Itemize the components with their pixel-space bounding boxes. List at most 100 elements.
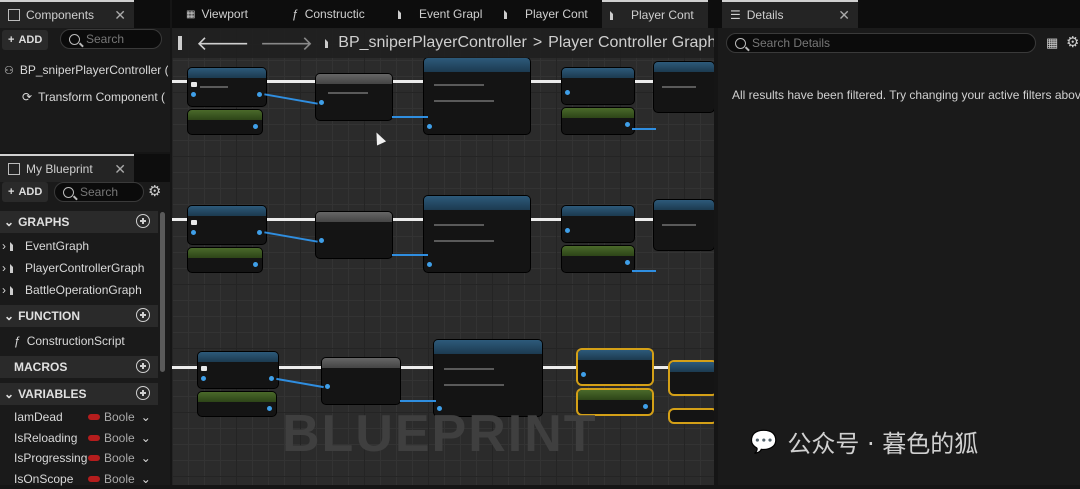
graph-icon: [10, 241, 21, 251]
close-icon[interactable]: ✕: [838, 7, 850, 24]
tab-details-label: Details: [746, 8, 784, 22]
close-icon[interactable]: ✕: [114, 7, 126, 24]
mouse-cursor: [371, 130, 387, 146]
details-tabbar: ☰ Details ✕: [718, 0, 1080, 28]
tab-label: Constructic: [304, 7, 365, 21]
graph-icon: [10, 263, 21, 273]
tab-my-blueprint[interactable]: My Blueprint ✕: [0, 154, 134, 182]
graph-node-cast-b[interactable]: [562, 206, 634, 242]
details-panel: [718, 0, 1080, 485]
gear-icon[interactable]: ⚙: [148, 182, 161, 200]
components-add-button[interactable]: + ADD: [2, 30, 48, 50]
graph-node-set-b[interactable]: [654, 62, 714, 112]
graph-node-set-b[interactable]: [654, 200, 714, 250]
component-tree-item[interactable]: ⚇ BP_sniperPlayerController (s: [4, 60, 168, 80]
add-graph-icon[interactable]: [136, 214, 150, 228]
graph-node-cast[interactable]: [198, 352, 278, 388]
tab-label: Player Cont: [525, 7, 588, 21]
blueprint-scrollbar[interactable]: [160, 212, 165, 372]
gear-icon[interactable]: ⚙: [1066, 33, 1079, 51]
variable-item[interactable]: IsProgressing Boole ⌄: [14, 448, 158, 468]
object-wire: [392, 116, 428, 118]
tab-label: Event Grapl: [419, 7, 483, 21]
graph-item-label: EventGraph: [25, 239, 90, 253]
tab-player-controller-2[interactable]: Player Cont: [602, 0, 708, 28]
graph-node-getter-b[interactable]: [562, 108, 634, 134]
breadcrumb-current: Player Controller Graph: [548, 34, 714, 51]
wechat-overlay: 💬 公众号 · 暮色的狐: [750, 424, 978, 459]
search-icon: [735, 37, 746, 49]
breadcrumb-separator: >: [532, 34, 543, 51]
graph-node-function[interactable]: [424, 196, 530, 272]
graph-breadcrumb: 🡐 🡒 BP_sniperPlayerController > Player C…: [172, 28, 714, 58]
graphs-section-header[interactable]: ⌄ GRAPHS: [0, 211, 158, 233]
tab-label: Player Cont: [631, 8, 694, 22]
bookmark-icon[interactable]: [178, 36, 182, 50]
variable-item[interactable]: IsOnScope Boole ⌄: [14, 469, 158, 489]
tab-event-graph[interactable]: Event Grapl: [390, 0, 494, 28]
graph-node-getter-b[interactable]: [562, 246, 634, 272]
component-tree-item[interactable]: ⟳ Transform Component (: [22, 87, 168, 107]
chevron-down-icon[interactable]: ⌄: [141, 431, 151, 445]
add-variable-icon[interactable]: [136, 386, 150, 400]
chevron-down-icon[interactable]: ⌄: [141, 410, 151, 424]
graph-node-cast[interactable]: [188, 206, 266, 244]
function-item[interactable]: ƒ ConstructionScript: [14, 331, 158, 351]
functions-section-header[interactable]: ⌄ FUNCTION: [0, 305, 158, 327]
object-wire: [392, 254, 428, 256]
variable-item[interactable]: IamDead Boole ⌄: [14, 407, 158, 427]
bool-type-icon: [88, 455, 100, 461]
graph-node-getter[interactable]: [188, 110, 262, 134]
bool-type-icon: [88, 414, 100, 420]
variables-section-header[interactable]: ⌄ VARIABLES: [0, 383, 158, 405]
graph-node-cast-selected[interactable]: [578, 350, 652, 384]
chevron-down-icon[interactable]: ⌄: [141, 451, 151, 465]
blueprint-add-button[interactable]: + ADD: [2, 182, 48, 202]
graph-node-set-selected[interactable]: [670, 362, 714, 394]
graph-item-eventgraph[interactable]: › EventGraph: [2, 236, 160, 256]
transform-icon: ⟳: [22, 90, 33, 104]
tab-details[interactable]: ☰ Details ✕: [722, 0, 858, 28]
graph-item-battleoperationgraph[interactable]: › BattleOperationGraph: [2, 280, 160, 300]
bool-type-icon: [88, 435, 100, 441]
graph-node-getter[interactable]: [188, 248, 262, 272]
variable-item[interactable]: IsReloading Boole ⌄: [14, 428, 158, 448]
graph-item-label: PlayerControllerGraph: [25, 261, 145, 275]
details-search-input[interactable]: Search Details: [726, 33, 1036, 53]
components-search-input[interactable]: Search: [60, 29, 162, 49]
graph-node-set[interactable]: [322, 358, 400, 404]
graph-node-set[interactable]: [316, 74, 392, 120]
tab-components[interactable]: Components ✕: [0, 0, 134, 28]
chevron-down-icon[interactable]: ⌄: [141, 472, 151, 486]
chevron-right-icon: ›: [2, 261, 6, 275]
function-item-label: ConstructionScript: [26, 334, 125, 348]
add-macro-icon[interactable]: [136, 359, 150, 373]
collapse-icon: ⌄: [4, 309, 15, 323]
back-arrow-icon[interactable]: 🡐: [196, 31, 250, 56]
object-wire: [264, 93, 318, 105]
tab-player-controller-1[interactable]: Player Cont: [496, 0, 600, 28]
tab-viewport[interactable]: ▦ Viewport: [178, 0, 282, 28]
graph-node-set[interactable]: [316, 212, 392, 258]
graph-item-playercontrollergraph[interactable]: › PlayerControllerGraph: [2, 258, 160, 278]
add-function-icon[interactable]: [136, 308, 150, 322]
blueprint-watermark: BLUEPRINT: [282, 405, 598, 463]
plus-icon: +: [8, 34, 15, 46]
graph-node-cast-b[interactable]: [562, 68, 634, 104]
blueprint-search-input[interactable]: Search: [54, 182, 144, 202]
object-wire: [632, 270, 656, 272]
search-icon: [63, 186, 74, 198]
breadcrumb-root[interactable]: BP_sniperPlayerController: [338, 34, 527, 52]
forward-arrow-icon[interactable]: 🡒: [260, 31, 314, 56]
tab-construction-script[interactable]: ƒ Constructic: [284, 0, 388, 28]
graph-node-function[interactable]: [424, 58, 530, 134]
details-search-placeholder: Search Details: [752, 36, 831, 50]
macros-section-header[interactable]: MACROS: [0, 356, 158, 378]
close-icon[interactable]: ✕: [114, 161, 126, 178]
graph-node-cast[interactable]: [188, 68, 266, 106]
components-icon: [8, 9, 20, 21]
graph-node-getter[interactable]: [198, 392, 276, 416]
tab-my-blueprint-label: My Blueprint: [26, 162, 93, 176]
table-view-icon[interactable]: ▦: [1046, 35, 1058, 51]
graph-node-target-selected[interactable]: [670, 410, 714, 422]
